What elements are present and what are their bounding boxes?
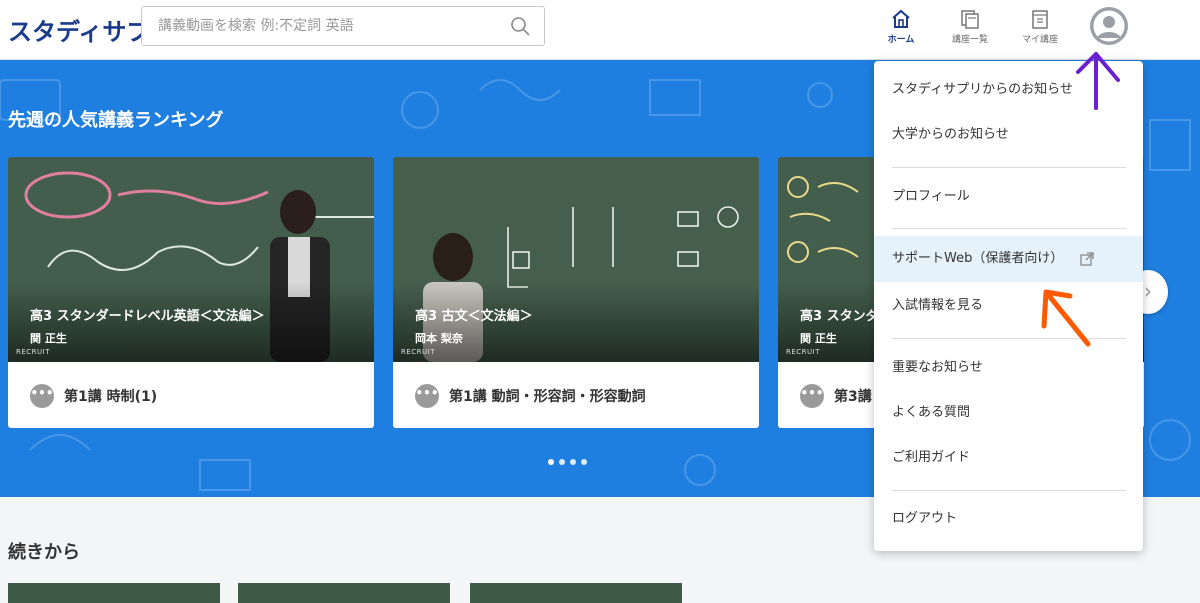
lesson-row[interactable]: ••• 第1講 動詞・形容詞・形容動詞 [393,362,759,428]
course-title: 高3 古文＜文法編＞ [415,309,533,324]
menu-item-faq[interactable]: よくある質問 [874,390,1143,436]
course-title: 高3 スタンダードレベル英語＜文法編＞ [30,309,265,324]
nav-course-list[interactable]: 講座一覧 [940,8,1000,48]
more-options-button[interactable]: ••• [30,384,54,408]
carousel-dots [548,450,592,469]
more-options-button[interactable]: ••• [415,384,439,408]
menu-item-studysapuri-news[interactable]: スタディサプリからのお知らせ [874,67,1143,113]
lecture-thumbnail[interactable]: 高3 スタンダードレベル英語＜文法編＞ 関 正生 RECRUIT [8,157,374,362]
menu-item-label: サポートWeb（保護者向け） [892,251,1064,266]
lesson-row[interactable]: ••• 第1講 時制(1) [8,362,374,428]
menu-item-support-web[interactable]: サポートWeb（保護者向け） [874,236,1143,282]
menu-item-university-news[interactable]: 大学からのお知らせ [874,112,1143,158]
lesson-title[interactable]: 第3講 [834,386,872,406]
menu-item-usage-guide[interactable]: ご利用ガイド [874,435,1143,481]
search-input[interactable] [142,7,502,45]
course-card[interactable]: 高3 古文＜文法編＞ 岡本 梨奈 RECRUIT ••• 第1講 動詞・形容詞・… [393,157,759,428]
continue-thumbnail[interactable] [238,583,450,603]
menu-divider [892,338,1126,339]
lesson-title[interactable]: 第1講 時制(1) [64,386,157,406]
account-dropdown-menu: スタディサプリからのお知らせ 大学からのお知らせ プロフィール サポートWeb（… [874,61,1143,551]
my-course-icon [1032,10,1048,29]
menu-divider [892,490,1126,491]
user-icon [1090,7,1128,45]
search-box[interactable] [141,6,545,46]
continue-thumbnail[interactable] [470,583,682,603]
recruit-logo: RECRUIT [16,348,51,356]
more-options-button[interactable]: ••• [800,384,824,408]
user-avatar[interactable] [1090,7,1128,45]
continue-title: 続きから [8,542,80,563]
nav-course-list-label: 講座一覧 [951,35,988,45]
course-list-icon [961,10,979,29]
teacher-name: 岡本 梨奈 [415,332,463,345]
carousel-dot[interactable] [548,459,554,465]
menu-item-important-notice[interactable]: 重要なお知らせ [874,345,1143,391]
carousel-dot[interactable] [570,459,576,465]
recruit-logo: RECRUIT [786,348,821,356]
menu-item-exam-info[interactable]: 入試情報を見る [874,283,1143,329]
recruit-logo: RECRUIT [401,348,436,356]
teacher-name: 関 正生 [30,332,67,345]
lesson-title[interactable]: 第1講 動詞・形容詞・形容動詞 [449,386,646,406]
teacher-name: 関 正生 [800,332,837,345]
course-title: 高3 スタンダ [800,309,879,324]
nav-home-label: ホーム [887,35,915,45]
carousel-dot[interactable] [581,459,587,465]
menu-divider [892,228,1126,229]
menu-divider [892,167,1126,168]
nav-my-course-label: マイ講座 [1021,35,1058,45]
nav-home[interactable]: ホーム [871,8,931,48]
top-header: スタディサプリ ホーム 講座一覧 マイ講座 [0,0,1200,60]
search-icon[interactable] [510,16,530,36]
home-icon [892,9,910,28]
lecture-thumbnail[interactable]: 高3 古文＜文法編＞ 岡本 梨奈 RECRUIT [393,157,759,362]
external-link-icon [1080,252,1094,266]
menu-item-profile[interactable]: プロフィール [874,174,1143,220]
ranking-title: 先週の人気講義ランキング [8,110,224,131]
carousel-dot[interactable] [559,459,565,465]
course-card[interactable]: 高3 スタンダードレベル英語＜文法編＞ 関 正生 RECRUIT ••• 第1講… [8,157,374,428]
nav-my-course[interactable]: マイ講座 [1010,8,1070,48]
menu-item-logout[interactable]: ログアウト [874,496,1143,542]
continue-thumbnail[interactable] [8,583,220,603]
